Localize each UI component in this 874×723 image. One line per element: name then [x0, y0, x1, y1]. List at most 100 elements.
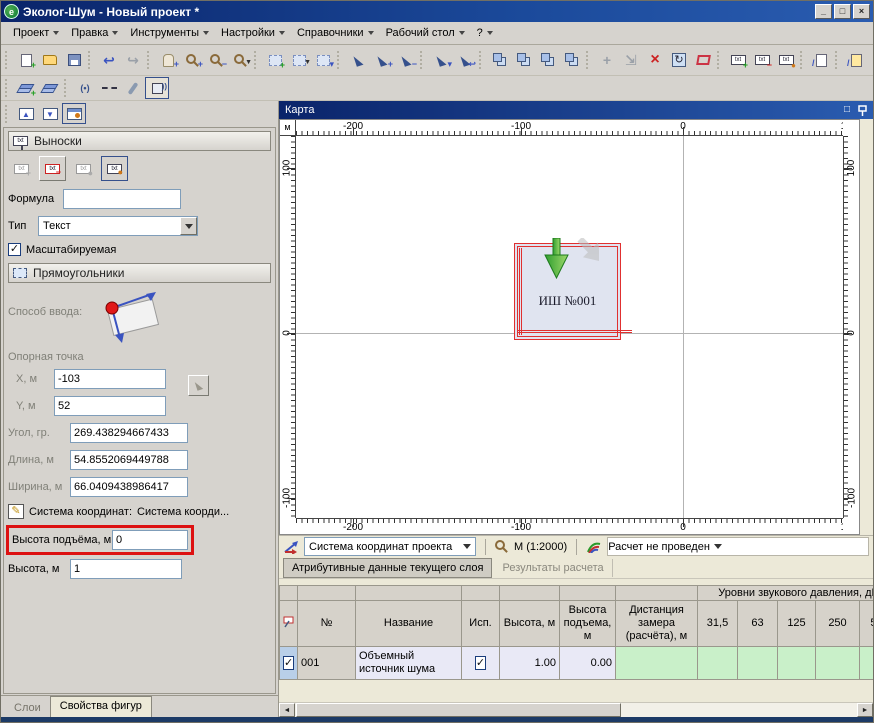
cell-used[interactable]: ✓ — [462, 647, 500, 680]
toolbar-grip[interactable] — [800, 51, 805, 69]
cell-level-250[interactable] — [816, 647, 860, 680]
width-input[interactable] — [70, 477, 188, 497]
delete-shape-button[interactable]: × — [643, 49, 667, 71]
select-back-button[interactable]: ↩ — [453, 49, 477, 71]
map-canvas[interactable]: ИШ №001 — [296, 136, 843, 518]
select-by-doc-button[interactable]: ▾ — [429, 49, 453, 71]
transform-button[interactable]: ⇲ — [619, 49, 643, 71]
scrollbar-thumb[interactable] — [296, 703, 621, 717]
toolbar-grip[interactable] — [479, 51, 484, 69]
x-input[interactable] — [54, 369, 166, 389]
length-input[interactable] — [70, 450, 188, 470]
cell-height[interactable]: 1.00 — [500, 647, 560, 680]
open-project-button[interactable] — [38, 49, 62, 71]
toolbar-grip[interactable] — [835, 51, 840, 69]
select-region-menu-button[interactable]: ▼ — [287, 49, 311, 71]
scroll-right-icon[interactable]: ► — [857, 703, 873, 717]
coord-system-row[interactable]: ✎ Система координат: Система коорди... — [8, 504, 271, 519]
dock-down-button[interactable]: ▼ — [38, 103, 62, 124]
move-button[interactable]: + — [595, 49, 619, 71]
coord-system-select[interactable]: Система координат проекта — [304, 537, 476, 556]
paste-shape-button[interactable] — [512, 49, 536, 71]
pick-point-button[interactable] — [188, 375, 209, 396]
col-name[interactable]: Название — [356, 601, 462, 647]
pan-button[interactable]: + — [156, 49, 180, 71]
zoom-in-button[interactable]: + — [180, 49, 204, 71]
maximize-button[interactable]: □ — [834, 4, 851, 19]
tab-calc-results[interactable]: Результаты расчета — [494, 559, 612, 577]
cell-name[interactable]: Объемный источник шума — [356, 647, 462, 680]
dock-up-button[interactable]: ▲ — [14, 103, 38, 124]
minimize-button[interactable]: _ — [815, 4, 832, 19]
map-view[interactable]: м -200 -100 0 100 -200 -100 0 — [279, 119, 860, 535]
col-height[interactable]: Высота, м — [500, 601, 560, 647]
menu-help[interactable]: ? — [471, 24, 499, 42]
menu-references[interactable]: Справочники — [291, 24, 380, 42]
col-distance[interactable]: Дистанция замера (расчёта), м — [616, 601, 698, 647]
toolbar-grip[interactable] — [337, 51, 342, 69]
cell-level-63[interactable] — [738, 647, 778, 680]
rectangles-group-header[interactable]: Прямоугольники — [8, 263, 271, 283]
duplicate-shape-button[interactable] — [536, 49, 560, 71]
rotate-button[interactable]: ↻ — [667, 49, 691, 71]
cell-lift[interactable]: 0.00 — [560, 647, 616, 680]
angle-input[interactable] — [70, 423, 188, 443]
toolbar-grip[interactable] — [5, 51, 10, 69]
toolbar-grip[interactable] — [88, 51, 93, 69]
menu-project[interactable]: Проект — [7, 24, 65, 42]
toolbar-grip[interactable] — [147, 51, 152, 69]
select-remove-button[interactable]: − — [394, 49, 418, 71]
col-63[interactable]: 63 — [738, 601, 778, 647]
height-input[interactable] — [70, 559, 182, 579]
col-125[interactable]: 125 — [778, 601, 816, 647]
cell-level-500[interactable] — [860, 647, 874, 680]
menu-settings[interactable]: Настройки — [215, 24, 291, 42]
row-checkbox[interactable]: ✓ — [283, 656, 294, 670]
tab-attribute-data[interactable]: Атрибутивные данные текущего слоя — [283, 558, 492, 578]
toolbar-grip[interactable] — [64, 79, 69, 97]
scrollbar-track[interactable] — [621, 703, 857, 717]
cell-level-31-5[interactable] — [698, 647, 738, 680]
chevron-down-icon[interactable] — [180, 217, 197, 235]
lift-height-input[interactable] — [112, 530, 188, 550]
formula-input[interactable] — [63, 189, 181, 209]
type-select[interactable]: Текст — [38, 216, 198, 236]
tab-shape-properties[interactable]: Свойства фигур — [50, 696, 152, 717]
used-checkbox[interactable]: ✓ — [475, 656, 486, 670]
row-pin-header[interactable] — [280, 601, 298, 647]
scroll-left-icon[interactable]: ◄ — [279, 703, 295, 717]
menu-tools[interactable]: Инструменты — [124, 24, 215, 42]
col-lift-height[interactable]: Высота подъема, м — [560, 601, 616, 647]
callout-settings-button[interactable]: txt● — [101, 156, 128, 181]
point-source-button[interactable]: (•) — [73, 77, 97, 99]
layers-button[interactable] — [38, 77, 62, 99]
callout-remove-button[interactable]: txt− — [750, 49, 774, 71]
menu-desktop[interactable]: Рабочий стол — [380, 24, 471, 42]
toolbar-grip[interactable] — [420, 51, 425, 69]
group-shape-button[interactable] — [560, 49, 584, 71]
select-button[interactable] — [346, 49, 370, 71]
close-button[interactable]: × — [853, 4, 870, 19]
horizontal-scrollbar[interactable]: ◄ ► — [279, 702, 873, 717]
noise-source-object[interactable]: ИШ №001 — [514, 243, 621, 340]
col-250[interactable]: 250 — [816, 601, 860, 647]
edit-document-button[interactable]: / — [809, 49, 833, 71]
callout-add-button[interactable]: txt+ — [8, 156, 35, 181]
new-project-button[interactable]: + — [14, 49, 38, 71]
toolbar-grip[interactable] — [5, 79, 10, 97]
properties-panel-button[interactable] — [62, 103, 86, 124]
tab-layers[interactable]: Слои — [5, 699, 50, 717]
edit-note-button[interactable]: / — [844, 49, 868, 71]
volume-source-button[interactable]: )) — [145, 77, 169, 99]
scalable-checkbox[interactable]: ✓ — [8, 243, 21, 256]
callout-settings-button[interactable]: txt● — [774, 49, 798, 71]
callout-link-button[interactable]: txt● — [70, 156, 97, 181]
calc-status-select[interactable]: Расчет не проведен — [607, 537, 869, 556]
y-input[interactable] — [54, 396, 166, 416]
zoom-out-button[interactable]: − — [204, 49, 228, 71]
select-region-pointer-button[interactable]: ▾ — [311, 49, 335, 71]
col-used[interactable]: Исп. — [462, 601, 500, 647]
col-500[interactable]: 500 — [860, 601, 874, 647]
cell-num[interactable]: 001 — [298, 647, 356, 680]
toolbar-grip[interactable] — [5, 105, 10, 123]
